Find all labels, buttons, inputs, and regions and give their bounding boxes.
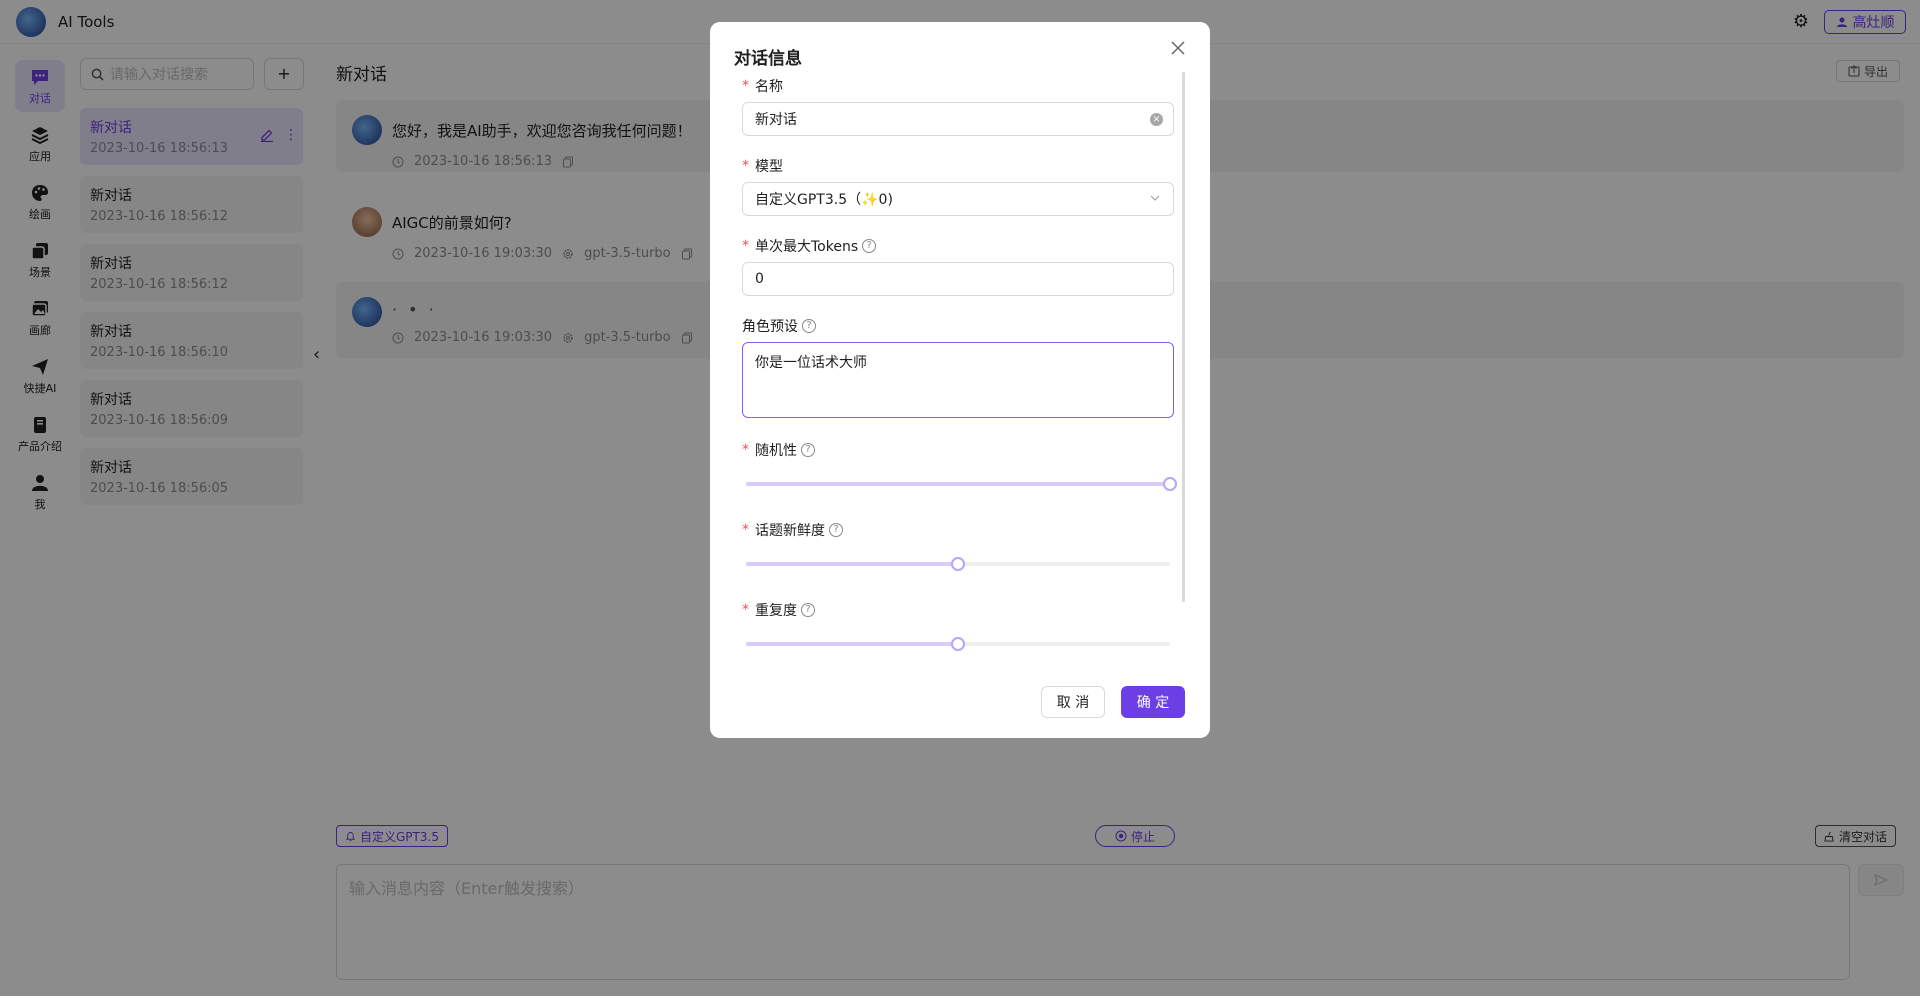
help-icon[interactable]: ? xyxy=(801,603,815,617)
temperature-slider[interactable] xyxy=(746,477,1177,491)
model-value: 自定义GPT3.5（✨0) xyxy=(755,192,893,208)
max-tokens-value: 0 xyxy=(755,271,764,287)
help-icon[interactable]: ? xyxy=(862,239,877,253)
conversation-info-dialog: 对话信息 * 名称 新对话 × * 模型 自定义GPT3.5（✨0) * 单次最大To… xyxy=(710,22,1210,738)
name-label: * 名称 xyxy=(742,78,783,95)
slider-handle[interactable] xyxy=(951,637,965,651)
dialog-scrollbar[interactable] xyxy=(1182,72,1185,602)
frequency-label: * 重复度 ? xyxy=(742,600,815,620)
role-textarea[interactable]: 你是一位话术大师 xyxy=(742,342,1174,418)
slider-track-fill xyxy=(746,482,1170,486)
slider-track-fill xyxy=(746,562,958,566)
slider-track-fill xyxy=(746,642,958,646)
dialog-title: 对话信息 xyxy=(734,49,802,69)
slider-handle[interactable] xyxy=(951,557,965,571)
name-value: 新对话 xyxy=(755,112,797,128)
role-value: 你是一位话术大师 xyxy=(755,355,867,371)
max-tokens-input[interactable]: 0 xyxy=(742,262,1174,296)
max-tokens-label: * 单次最大Tokens ? xyxy=(742,236,877,256)
model-select[interactable]: 自定义GPT3.5（✨0) xyxy=(742,182,1174,216)
clear-input-icon[interactable]: × xyxy=(1150,113,1163,126)
name-input[interactable]: 新对话 × xyxy=(742,102,1174,136)
presence-label: * 话题新鲜度 ? xyxy=(742,520,843,540)
temperature-label: * 随机性 ? xyxy=(742,440,815,460)
slider-handle[interactable] xyxy=(1163,477,1177,491)
help-icon[interactable]: ? xyxy=(829,523,843,537)
model-label: * 模型 xyxy=(742,158,783,175)
cancel-button[interactable]: 取 消 xyxy=(1041,686,1105,718)
presence-slider[interactable] xyxy=(746,557,1170,571)
frequency-slider[interactable] xyxy=(746,637,1170,651)
chevron-down-icon xyxy=(1150,195,1160,201)
close-icon[interactable] xyxy=(1170,40,1192,62)
confirm-button[interactable]: 确 定 xyxy=(1121,686,1185,718)
role-label: 角色预设 ? xyxy=(742,316,816,336)
help-icon[interactable]: ? xyxy=(802,319,816,333)
help-icon[interactable]: ? xyxy=(801,443,815,457)
